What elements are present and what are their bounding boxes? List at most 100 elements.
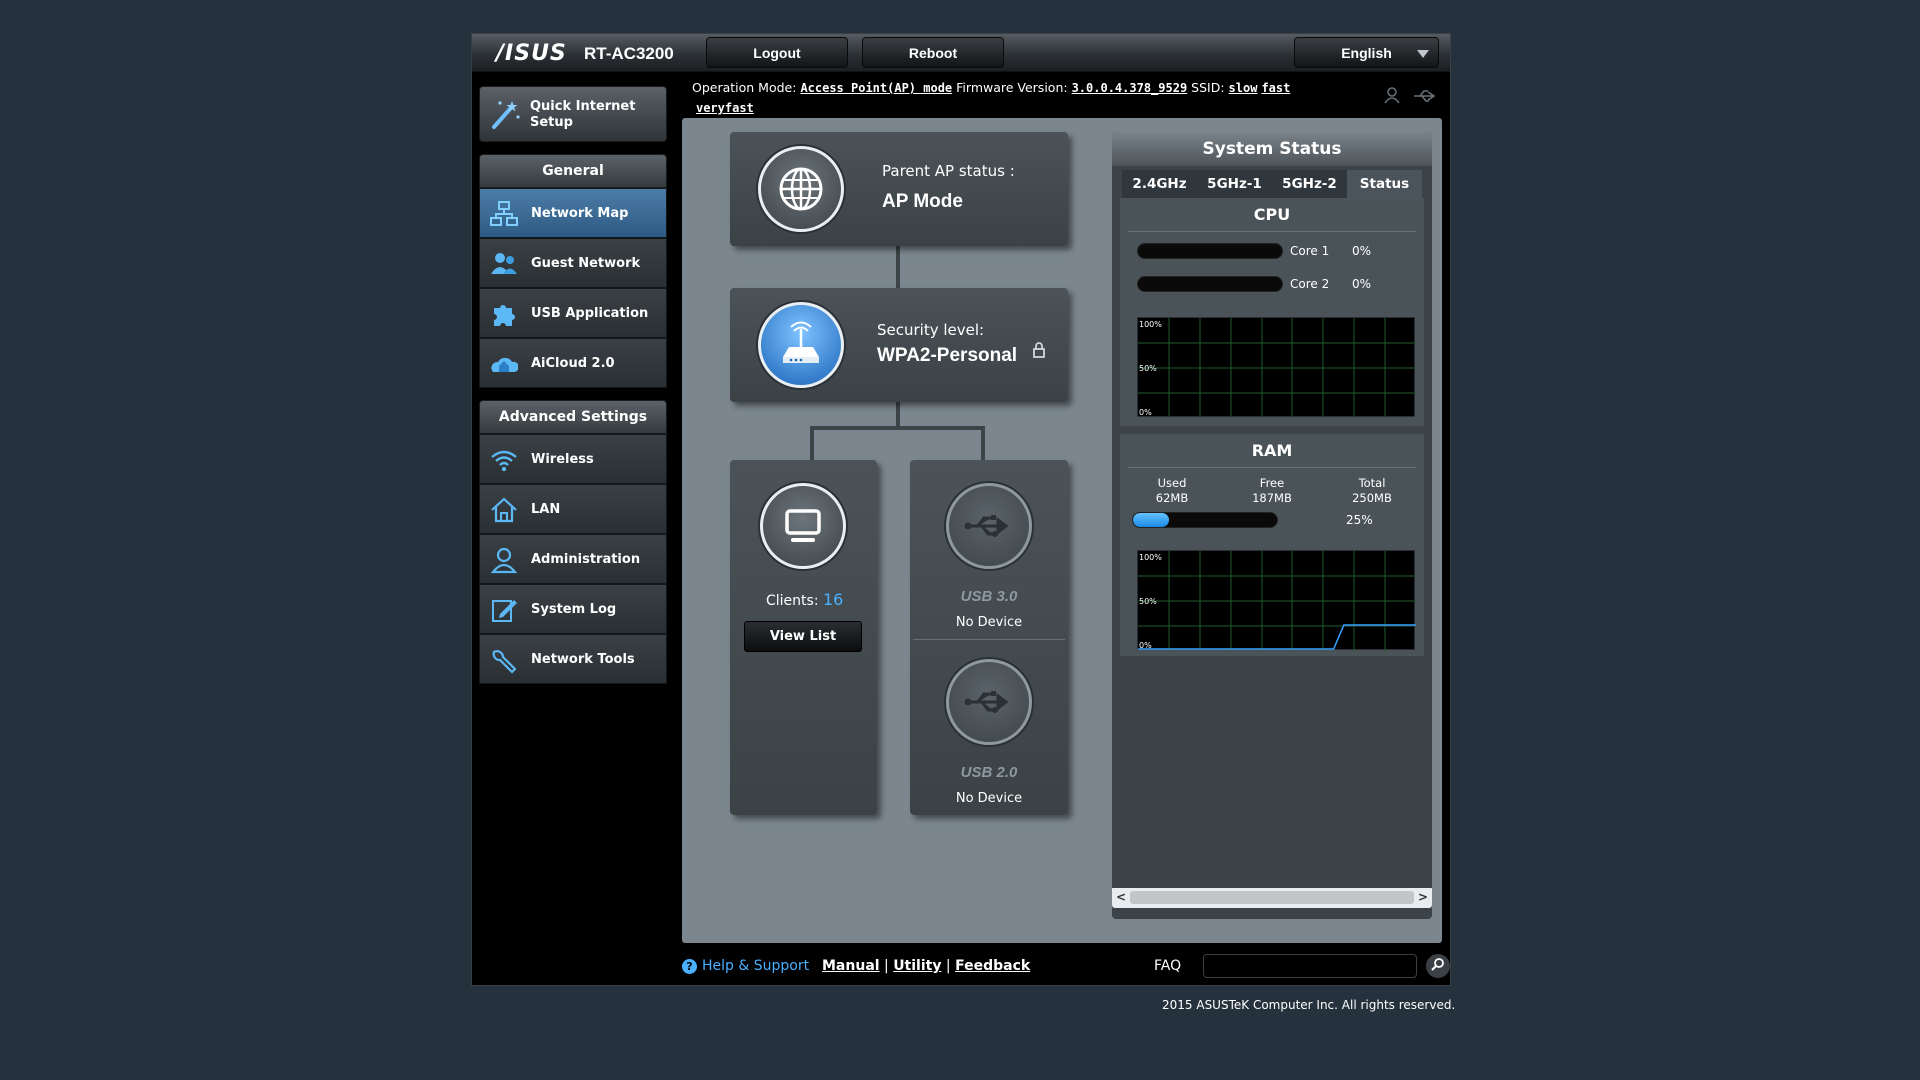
cloud-house-icon (490, 350, 519, 378)
router-app-window: /ISUS RT-AC3200 Logout Reboot English Qu… (471, 33, 1451, 986)
usb3-status: No Device (955, 615, 1023, 630)
parent-ap-card[interactable]: Parent AP status : AP Mode (730, 132, 1068, 246)
tab-5ghz-2[interactable]: 5GHz-2 (1272, 170, 1347, 198)
sidebar-item-network-map[interactable]: Network Map (479, 188, 667, 238)
ram-panel: RAM Used 62MB Free 187MB Total 250MB 25%… (1120, 434, 1424, 656)
utility-link[interactable]: Utility (893, 958, 941, 974)
faq-search-input[interactable] (1203, 954, 1417, 978)
ram-used-label: Used (1157, 476, 1187, 490)
firmware-label: Firmware Version: (956, 80, 1068, 95)
sidebar-item-label: USB Application (531, 306, 649, 321)
faq-label: FAQ (1154, 958, 1182, 974)
language-select[interactable]: English (1294, 37, 1439, 68)
security-level-label: Security level: (877, 321, 985, 339)
manual-link[interactable]: Manual (822, 958, 880, 974)
tab-status[interactable]: Status (1347, 170, 1422, 198)
footer-links: Manual | Utility | Feedback (822, 958, 1031, 974)
operation-status-line: Operation Mode: Access Point(AP) mode Fi… (692, 78, 1332, 118)
scroll-right-icon[interactable]: > (1418, 890, 1428, 904)
usb-icon[interactable] (946, 659, 1032, 745)
core1-label: Core 1 (1290, 244, 1330, 258)
parent-ap-status-label: Parent AP status : (882, 162, 1015, 180)
operation-mode-link[interactable]: Access Point(AP) mode (800, 81, 952, 95)
core2-usage: 0% (1352, 277, 1372, 291)
usb-divider (913, 639, 1065, 640)
sidebar-item-label: Network Map (531, 206, 629, 221)
help-support-link[interactable]: ? Help & Support (682, 958, 809, 974)
ram-title: RAM (1128, 434, 1416, 468)
core1-usage: 0% (1352, 244, 1372, 258)
scrollbar-thumb[interactable] (1130, 891, 1414, 904)
top-bar: /ISUS RT-AC3200 Logout Reboot English (472, 34, 1450, 72)
usb-status-icon[interactable] (1414, 90, 1436, 102)
general-nav-title: General (479, 154, 667, 188)
router-security-card[interactable]: Security level: WPA2-Personal (730, 288, 1068, 402)
ssid-link[interactable]: veryfast (696, 101, 754, 115)
search-icon (1431, 957, 1445, 975)
ssid-link[interactable]: fast (1261, 81, 1290, 95)
wifi-icon (490, 446, 518, 474)
ram-free: Free 187MB (1232, 476, 1312, 506)
ram-usage-fill (1133, 513, 1169, 527)
connector-line (810, 426, 814, 460)
sidebar-item-wireless[interactable]: Wireless (479, 434, 667, 484)
reboot-button[interactable]: Reboot (862, 37, 1004, 68)
quick-internet-setup-label: Quick Internet Setup (530, 99, 636, 130)
system-status-tabs: 2.4GHz 5GHz-1 5GHz-2 Status (1122, 170, 1422, 198)
asus-logo: /ISUS (496, 41, 567, 66)
ram-history-line (1138, 624, 1416, 650)
sidebar-item-system-log[interactable]: System Log (479, 584, 667, 634)
tab-5ghz-1[interactable]: 5GHz-1 (1197, 170, 1272, 198)
faq-search-button[interactable] (1426, 954, 1450, 978)
clients-card[interactable]: Clients: 16 View List (730, 460, 877, 815)
usb-ports-card: USB 3.0 No Device USB 2.0 No Device (910, 460, 1068, 815)
sidebar-item-guest-network[interactable]: Guest Network (479, 238, 667, 288)
puzzle-icon (490, 300, 518, 328)
help-icon: ? (682, 958, 697, 974)
home-icon (490, 496, 518, 524)
computer-monitor-icon[interactable] (760, 483, 846, 569)
quick-internet-setup-button[interactable]: Quick Internet Setup (479, 86, 667, 142)
sidebar-item-network-tools[interactable]: Network Tools (479, 634, 667, 684)
sidebar-item-usb-application[interactable]: USB Application (479, 288, 667, 338)
ssid-link[interactable]: slow (1229, 81, 1258, 95)
system-status-panel: System Status 2.4GHz 5GHz-1 5GHz-2 Statu… (1112, 132, 1432, 919)
magic-wand-icon (488, 97, 522, 135)
logout-button[interactable]: Logout (706, 37, 848, 68)
footer: ? Help & Support Manual | Utility | Feed… (682, 951, 1450, 981)
usb-icon[interactable] (946, 483, 1032, 569)
firmware-version-link[interactable]: 3.0.0.4.378_9529 (1072, 81, 1188, 95)
ram-free-label: Free (1259, 476, 1285, 490)
ram-total: Total 250MB (1332, 476, 1412, 506)
usb2-status: No Device (955, 791, 1023, 806)
general-nav: General Network Map Guest Network USB Ap… (479, 154, 667, 388)
feedback-link[interactable]: Feedback (955, 958, 1030, 974)
ram-used: Used 62MB (1132, 476, 1212, 506)
globe-icon[interactable] (758, 146, 844, 232)
system-status-title: System Status (1112, 132, 1432, 166)
sidebar-item-label: Administration (531, 552, 641, 567)
advanced-settings-nav: Advanced Settings Wireless LAN Administr… (479, 400, 667, 684)
tab-2-4ghz[interactable]: 2.4GHz (1122, 170, 1197, 198)
operation-mode-label: Operation Mode: (692, 80, 797, 95)
users-icon[interactable] (1384, 87, 1400, 104)
security-level-value: WPA2-Personal (877, 345, 1018, 366)
clients-count[interactable]: 16 (823, 590, 843, 609)
lock-icon (1032, 342, 1046, 362)
cpu-usage-graph: 100% 50% 0% (1137, 317, 1416, 418)
ram-usage-percent: 25% (1346, 513, 1373, 527)
horizontal-scrollbar[interactable]: < > (1112, 888, 1432, 908)
sidebar-item-lan[interactable]: LAN (479, 484, 667, 534)
view-list-button[interactable]: View List (744, 621, 862, 652)
sidebar-item-administration[interactable]: Administration (479, 534, 667, 584)
sidebar-item-label: AiCloud 2.0 (531, 356, 615, 371)
sidebar-item-aicloud[interactable]: AiCloud 2.0 (479, 338, 667, 388)
ram-usage-graph: 100% 50% 0% (1137, 550, 1416, 651)
ram-free-value: 187MB (1252, 491, 1292, 505)
ram-used-value: 62MB (1155, 491, 1189, 505)
copyright-text: 2015 ASUSTeK Computer Inc. All rights re… (1162, 998, 1456, 1012)
router-icon[interactable] (758, 302, 844, 388)
clients-label: Clients: (766, 593, 819, 609)
status-icons (1382, 86, 1442, 110)
scroll-left-icon[interactable]: < (1116, 890, 1126, 904)
